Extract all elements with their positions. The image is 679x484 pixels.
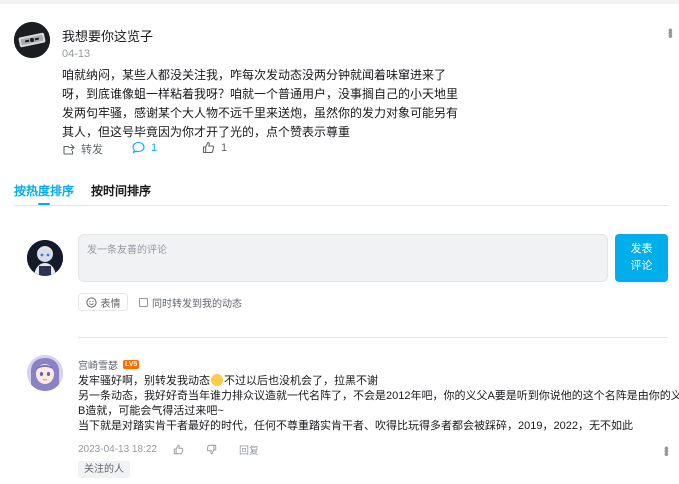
comment-like-button[interactable]: [173, 444, 184, 455]
level-badge: LV5: [123, 360, 140, 369]
comment-text-part: 发牢骚好啊，别转发我动态: [78, 375, 210, 387]
post-action-bar: 转发 1 1: [62, 141, 362, 157]
commenter-name-row: 宫崎雪瑟 LV5: [78, 357, 140, 372]
comment-line: B造就，可能会气得活过来吧~: [78, 405, 224, 417]
comment-text-part: 不过以后也没机会了，拉黑不谢: [224, 375, 378, 387]
comment-count: 1: [151, 141, 158, 154]
submit-label-line1: 发表: [630, 243, 653, 255]
submit-comment-button[interactable]: 发表 评论: [615, 234, 668, 282]
tab-sort-hot[interactable]: 按热度排序: [14, 182, 74, 199]
top-divider: [0, 0, 679, 4]
emoji-button[interactable]: 表情: [78, 293, 128, 311]
comment-line: 发牢骚好啊，别转发我动态 不过以后也没机会了，拉黑不谢: [78, 374, 668, 389]
forward-label: 转发: [81, 144, 103, 156]
comment-divider: [78, 337, 668, 338]
post-author-avatar[interactable]: [14, 22, 50, 58]
thumbs-up-icon: [202, 141, 215, 154]
commenter-avatar[interactable]: [27, 355, 63, 391]
submit-label-line2: 评论: [630, 260, 653, 272]
forward-checkbox-label: 同时转发到我的动态: [152, 299, 242, 310]
smiley-icon: [85, 296, 97, 308]
emoji-label: 表情: [100, 298, 121, 310]
thumbs-down-icon: [206, 444, 217, 455]
post-more-icon[interactable]: •••: [663, 28, 679, 37]
like-count: 1: [221, 141, 228, 154]
comment-content: 发牢骚好啊，别转发我动态 不过以后也没机会了，拉黑不谢 另一条动态，我好好奇当年谁…: [78, 374, 679, 434]
checkbox-box[interactable]: [139, 298, 148, 307]
comment-dislike-button[interactable]: [206, 444, 217, 455]
tab-sort-time[interactable]: 按时间排序: [91, 182, 151, 199]
thumbs-up-icon: [173, 444, 184, 455]
comment-button[interactable]: 1: [132, 141, 157, 154]
emote-icon: [211, 374, 223, 386]
followed-tag: 关注的人: [78, 461, 130, 478]
comment-line: 另一条动态，我好好奇当年谁力排众议造就一代名阵了，不会是2012年吧，你的义父A…: [78, 390, 679, 402]
my-avatar[interactable]: [27, 240, 63, 276]
comment-icon: [132, 141, 145, 154]
post-date: 04-13: [62, 48, 91, 60]
sort-tabs: 按热度排序 按时间排序: [14, 182, 668, 206]
forward-button[interactable]: 转发: [62, 141, 103, 157]
forward-icon: [63, 143, 75, 155]
comment-line: 当下就是对踏实肯干者最好的时代，任何不尊重踏实肯干者、吹得比玩得多者都会被踩碎，…: [78, 420, 633, 432]
comment-input[interactable]: 发一条友善的评论: [78, 234, 608, 282]
like-button[interactable]: 1: [202, 141, 227, 154]
comment-timestamp: 2023-04-13 18:22: [78, 444, 157, 455]
commenter-name[interactable]: 宫崎雪瑟: [78, 357, 118, 372]
comment-meta: 2023-04-13 18:22 回复: [78, 442, 259, 457]
reply-button[interactable]: 回复: [239, 442, 259, 457]
active-tab-indicator: [38, 203, 50, 205]
post-content: 咱就纳闷，某些人都没关注我，咋每次发动态没两分钟就闻着味窜进来了呀，到底谁像蛆一…: [62, 68, 459, 139]
post-author-name[interactable]: 我想要你这览子: [62, 26, 153, 45]
comment-more-icon[interactable]: •••: [659, 446, 675, 455]
forward-to-dynamic-checkbox[interactable]: 同时转发到我的动态: [139, 295, 242, 310]
